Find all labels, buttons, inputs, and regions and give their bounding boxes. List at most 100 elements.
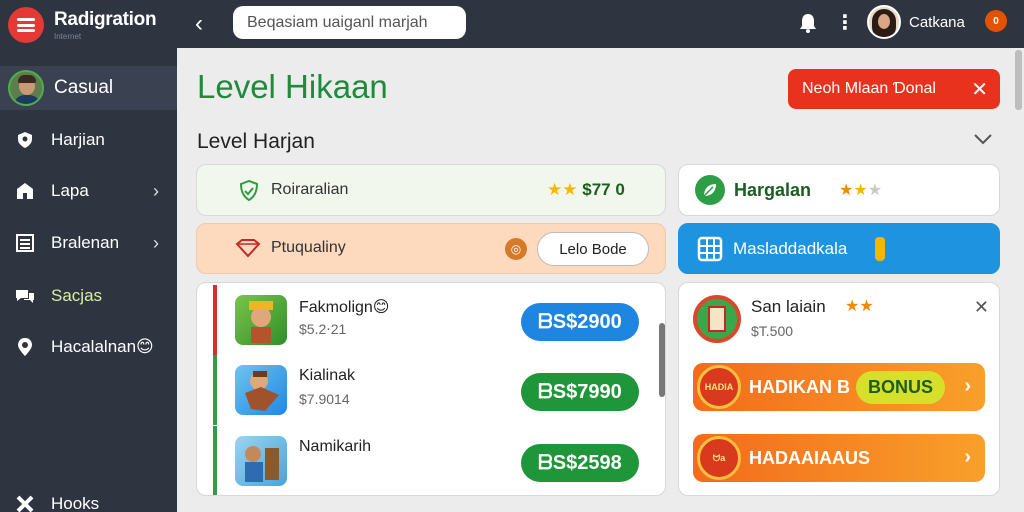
chevron-right-icon: ›	[964, 375, 971, 397]
sidebar-profile[interactable]: Casual	[0, 66, 177, 110]
game-thumbnail	[235, 295, 287, 345]
sidebar-item-lapa[interactable]: Lapa ›	[0, 171, 177, 211]
item-name: Namikarih	[299, 438, 372, 455]
ticket-icon	[875, 237, 885, 261]
notification-badge[interactable]: 0	[985, 10, 1007, 32]
offer-price: $T.500	[751, 323, 794, 339]
user-name[interactable]: Catkana	[909, 14, 965, 31]
star-icon: ★	[859, 298, 874, 315]
game-thumbnail	[235, 436, 287, 486]
avatar	[8, 70, 44, 106]
buy-button[interactable]: ᗷS$2900	[521, 303, 639, 341]
chevron-right-icon: ›	[153, 180, 159, 201]
star-icon: ★	[562, 180, 578, 199]
rating: ★★	[845, 296, 874, 316]
offer-panel: San laiain ★★ $T.500 ✕ HADIA HADIKAN B B…	[678, 282, 1000, 496]
product-list: Fakmolign😊 $5.2⋅21 ᗷS$2900 Kialinak $7.9…	[196, 282, 666, 496]
pin-icon	[14, 336, 36, 358]
list-item[interactable]: Kialinak $7.9014 ᗷS$7990	[213, 355, 649, 425]
offer-title: San laiain	[751, 297, 826, 316]
promo-button[interactable]: ᗢa HADAAIAAUS ›	[693, 434, 985, 482]
coin-icon: ◎	[505, 238, 527, 260]
alert-text: Neoh Mlaan Ɗonal	[802, 80, 936, 97]
item-price: $7.9014	[299, 391, 350, 407]
brand[interactable]: Radigration Internet	[0, 0, 177, 50]
rating-text: $77 0	[582, 180, 625, 199]
search-input-text: Beqasiam uaiganl marjah	[247, 13, 428, 31]
more-options-icon[interactable]: ⋮	[835, 10, 855, 35]
sidebar-item-harjian[interactable]: Harjian	[0, 120, 177, 160]
rating: ★★★	[839, 180, 882, 200]
buy-button[interactable]: ᗷS$2598	[521, 444, 639, 482]
level-card-roiraralian[interactable]: Roiraralian ★★ $77 0	[196, 164, 666, 216]
profile-name: Casual	[54, 77, 114, 98]
level-card-ptuqualiny[interactable]: Ptuqualiny ◎ Lelo Bode	[196, 223, 666, 274]
promo-badge-icon: ᗢa	[697, 436, 741, 480]
sidebar-item-label: Bralenan	[51, 233, 120, 252]
chevron-right-icon: ›	[964, 446, 971, 468]
card-label: Ptuqualiny	[271, 239, 346, 256]
diamond-icon	[235, 238, 261, 263]
grid-icon	[697, 236, 723, 267]
bell-icon[interactable]	[797, 12, 819, 34]
user-avatar[interactable]	[867, 5, 901, 39]
star-icon: ★	[547, 180, 563, 199]
search-input[interactable]: Beqasiam uaiganl marjah	[233, 6, 466, 39]
sidebar-item-hacalalnan[interactable]: Hacalalnan😊	[0, 327, 177, 367]
item-name: Kialinak	[299, 367, 356, 384]
card-label: Hargalan	[734, 180, 812, 200]
promo-badge-icon: HADIA	[697, 365, 741, 409]
app-title: Radigration	[54, 9, 157, 30]
page-scrollbar[interactable]	[1015, 50, 1022, 110]
star-icon: ★	[839, 182, 854, 199]
sidebar-item-hooks[interactable]: Hooks	[0, 484, 177, 512]
rating: ★★ $77 0	[547, 180, 625, 200]
sidebar-item-label: Hooks	[51, 494, 100, 512]
app-subtitle: Internet	[54, 32, 82, 41]
chat-icon	[14, 285, 36, 307]
alert-banner[interactable]: Neoh Mlaan Ɗonal ✕	[788, 69, 1000, 109]
close-icon[interactable]: ✕	[971, 77, 988, 102]
list-scrollbar[interactable]	[659, 323, 665, 397]
x-icon	[14, 493, 36, 512]
promo-text: HADIKAN B	[749, 376, 850, 397]
list-item[interactable]: Namikarih ᗷS$2598	[213, 426, 649, 495]
shield-icon	[14, 129, 36, 151]
sidebar-item-label: Sacjas	[51, 286, 103, 305]
level-card-hargalan[interactable]: Hargalan ★★★	[678, 164, 1000, 216]
buy-button[interactable]: ᗷS$7990	[521, 373, 639, 411]
lelo-bode-button[interactable]: Lelo Bode	[537, 232, 649, 266]
sidebar-item-label: Hacalalnan😊	[51, 337, 154, 356]
sidebar-item-bralenan[interactable]: Bralenan ›	[0, 223, 177, 263]
sidebar: Radigration Internet Casual Harjian Lapa…	[0, 0, 177, 512]
card-label: Masladdadkala	[733, 239, 848, 258]
section-title: Level Harjan	[197, 130, 315, 153]
page-title: Level Hikaan	[197, 68, 388, 105]
star-icon: ★	[867, 182, 883, 199]
chevron-right-icon: ›	[153, 232, 159, 253]
card-label: Roiraralian	[271, 181, 349, 198]
medal-icon	[693, 295, 741, 343]
sidebar-item-label: Harjian	[51, 130, 105, 149]
item-price: $5.2⋅21	[299, 321, 347, 337]
check-shield-icon	[237, 179, 261, 207]
close-icon[interactable]: ✕	[974, 297, 989, 318]
list-item[interactable]: Fakmolign😊 $5.2⋅21 ᗷS$2900	[213, 285, 649, 355]
leaf-icon	[695, 175, 725, 205]
list-icon	[14, 232, 36, 254]
promo-text: HADAAIAAUS	[749, 447, 870, 468]
bonus-label: BONUS	[856, 370, 946, 404]
chevron-down-icon[interactable]	[972, 128, 994, 150]
level-card-masladdadkala[interactable]: Masladdadkala	[678, 223, 1000, 274]
top-bar: ‹ Beqasiam uaiganl marjah ⋮ Catkana 0	[177, 0, 1024, 48]
bonus-promo-button[interactable]: HADIA HADIKAN B BONUS ›	[693, 363, 985, 411]
sidebar-item-sacjas[interactable]: Sacjas	[0, 276, 177, 316]
store-icon	[14, 180, 36, 202]
star-icon: ★	[853, 182, 868, 199]
menu-logo-icon	[8, 7, 44, 43]
back-arrow-icon[interactable]: ‹	[195, 10, 203, 38]
game-thumbnail	[235, 365, 287, 415]
item-name: Fakmolign😊	[299, 299, 390, 316]
star-icon: ★	[845, 298, 860, 315]
sidebar-item-label: Lapa	[51, 181, 89, 200]
